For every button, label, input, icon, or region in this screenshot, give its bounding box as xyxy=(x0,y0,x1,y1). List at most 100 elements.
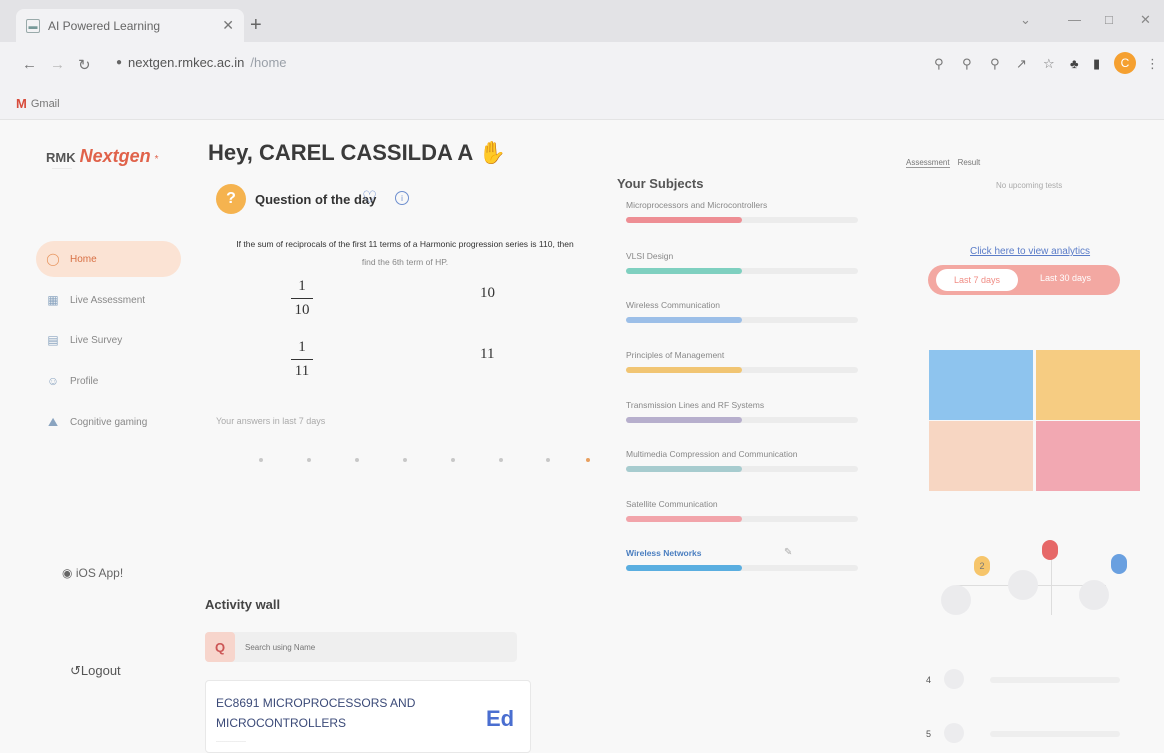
maximize-icon[interactable]: □ xyxy=(1105,12,1113,27)
ios-app-label: iOS App! xyxy=(75,566,124,580)
subject-item[interactable]: Multimedia Compression and Communication xyxy=(626,449,858,472)
survey-icon: ▤ xyxy=(47,333,59,347)
toggle-last-30-days[interactable]: Last 30 days xyxy=(1040,273,1091,283)
activity-card-meta: ··············· xyxy=(216,739,246,745)
subject-progress-track xyxy=(626,367,858,373)
rank-badge: 2 xyxy=(974,556,990,576)
sidebar-item-live-assessment[interactable]: ▦ Live Assessment xyxy=(36,282,181,318)
extensions-icon[interactable]: ♣ xyxy=(1070,56,1079,71)
question-line: find the 6th term of HP. xyxy=(361,257,449,267)
activity-card-badge: Ed xyxy=(486,706,515,731)
tab-result[interactable]: Result xyxy=(958,158,981,168)
subject-progress-fill xyxy=(626,466,742,472)
tab-title: AI Powered Learning xyxy=(48,18,161,33)
leaderboard-rank: 4 xyxy=(926,675,932,685)
profile-icon: ☺ xyxy=(46,374,60,388)
activity-wall-title: Activity wall xyxy=(205,597,281,612)
ios-app-link[interactable]: ◉ iOS App! xyxy=(62,566,123,580)
bookmark-gmail[interactable]: M Gmail xyxy=(16,96,60,111)
analytics-quadrant xyxy=(929,350,1033,420)
answer-day-dot xyxy=(403,458,407,462)
subject-progress-track xyxy=(626,317,858,323)
key-icon[interactable]: ⚲ xyxy=(962,56,972,72)
leader-node xyxy=(1008,570,1038,600)
subject-name: Principles of Management xyxy=(626,350,725,360)
greeting-text: Hey, CAREL CASSILDA A xyxy=(208,140,473,165)
subject-progress-fill xyxy=(626,367,742,373)
share-icon[interactable]: ↗ xyxy=(1016,56,1027,72)
fraction-numerator: 1 xyxy=(298,278,306,294)
leaderboard-rank: 5 xyxy=(926,729,932,739)
browser-tab[interactable]: ▬ AI Powered Learning ✕ xyxy=(16,9,244,42)
profile-avatar[interactable]: C xyxy=(1114,52,1136,74)
tab-assessment[interactable]: Assessment xyxy=(906,158,950,168)
sidebar-item-cognitive-gaming[interactable]: ⛰ Cognitive gaming xyxy=(36,404,181,440)
answer-day-dot xyxy=(546,458,550,462)
sidebar-item-label: Home xyxy=(70,253,97,265)
rank-badge-red xyxy=(1042,540,1058,560)
answer-day-dot xyxy=(451,458,455,462)
answer-option-4[interactable]: 11 xyxy=(480,346,494,363)
answer-option-2[interactable]: 10 xyxy=(480,285,495,302)
toggle-last-7-days[interactable]: Last 7 days xyxy=(936,269,1018,291)
subjects-title: Your Subjects xyxy=(617,176,704,191)
bookmark-gmail-label: Gmail xyxy=(30,97,60,110)
sidepanel-icon[interactable]: ▮ xyxy=(1093,56,1100,72)
url-path: /home xyxy=(250,55,287,70)
leader-node xyxy=(1079,580,1109,610)
logout-label: Logout xyxy=(80,663,121,678)
subject-progress-track xyxy=(626,268,858,274)
menu-icon[interactable]: ⋮ xyxy=(1146,56,1159,72)
search-icon[interactable]: Q xyxy=(205,632,235,662)
window-close-icon[interactable]: ✕ xyxy=(1140,12,1151,28)
subject-name: Wireless Networks xyxy=(626,548,702,558)
answer-option-1[interactable]: 1 10 xyxy=(289,278,315,319)
sidebar-item-profile[interactable]: ☺ Profile xyxy=(36,363,181,399)
reload-icon[interactable]: ↻ xyxy=(78,56,91,74)
answer-option-3[interactable]: 1 11 xyxy=(289,339,315,380)
minimize-icon[interactable]: — xyxy=(1068,12,1081,27)
new-tab-icon[interactable]: + xyxy=(250,14,262,37)
subject-progress-fill xyxy=(626,268,742,274)
subject-item[interactable]: Wireless Networks ✎ xyxy=(626,547,858,571)
heart-icon[interactable]: ♡ xyxy=(362,188,377,208)
search-input[interactable] xyxy=(235,642,495,652)
forward-icon[interactable]: → xyxy=(50,56,65,73)
brand-star-icon: * xyxy=(154,154,159,165)
subject-name: VLSI Design xyxy=(626,251,674,261)
subject-item[interactable]: Microprocessors and Microcontrollers xyxy=(626,200,858,223)
tab-search-icon[interactable]: ⌄ xyxy=(1020,12,1031,28)
info-icon[interactable]: i xyxy=(395,191,409,205)
logout-button[interactable]: ↺Logout xyxy=(70,663,121,679)
edit-icon[interactable]: ✎ xyxy=(784,547,792,558)
analytics-link[interactable]: Click here to view analytics xyxy=(970,246,1090,257)
subject-progress-fill xyxy=(626,417,742,423)
bookmark-star-icon[interactable]: ☆ xyxy=(1043,56,1055,72)
sidebar-item-home[interactable]: ◯ Home xyxy=(36,241,181,277)
back-icon[interactable]: ← xyxy=(22,56,37,73)
tab-favicon-icon: ▬ xyxy=(26,18,40,33)
avatar xyxy=(944,669,964,689)
subject-progress-track xyxy=(626,516,858,522)
fraction-denominator: 10 xyxy=(294,302,310,318)
tab-close-icon[interactable]: ✕ xyxy=(222,17,234,34)
search-page-icon[interactable]: ⚲ xyxy=(990,56,1000,72)
url-field[interactable]: ● nextgen.rmkec.ac.in/home xyxy=(116,55,287,70)
activity-card[interactable]: EC8691 MICROPROCESSORS AND MICROCONTROLL… xyxy=(205,680,531,753)
subject-progress-fill xyxy=(626,516,742,522)
leaderboard-score-bar xyxy=(990,677,1120,683)
brand-logo[interactable]: RMK Nextgen * xyxy=(46,146,159,167)
zoom-icon[interactable]: ⚲ xyxy=(934,56,944,72)
url-host: nextgen.rmkec.ac.in xyxy=(128,55,245,70)
subject-item[interactable]: Transmission Lines and RF Systems xyxy=(626,400,858,423)
activity-search: Q xyxy=(205,632,517,662)
subject-item[interactable]: Satellite Communication xyxy=(626,499,858,522)
subject-item[interactable]: VLSI Design xyxy=(626,251,858,274)
tree-connector xyxy=(1051,557,1052,615)
sidebar-item-live-survey[interactable]: ▤ Live Survey xyxy=(36,322,181,358)
activity-card-title: EC8691 MICROPROCESSORS AND MICROCONTROLL… xyxy=(216,696,416,730)
subject-item[interactable]: Principles of Management xyxy=(626,350,858,373)
page-title: Hey, CAREL CASSILDA A ✋ xyxy=(208,140,506,166)
subject-item[interactable]: Wireless Communication xyxy=(626,300,858,323)
brand-tagline-graphic: ·········· xyxy=(52,166,72,172)
